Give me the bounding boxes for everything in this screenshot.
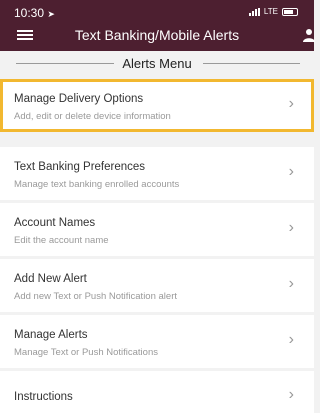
app-header: 10:30 ➤ LTE Text Banking/Mobile Alerts [0,0,316,51]
chevron-right-icon: › [288,219,294,236]
divider-right [203,63,300,64]
user-icon[interactable] [302,28,316,42]
menu-item-subtitle: Add, edit or delete device information [14,111,171,122]
signal-icon [248,7,260,16]
page-title: Text Banking/Mobile Alerts [74,27,240,43]
menu-item-title: Add New Alert [14,273,87,285]
status-time: 10:30 ➤ [14,6,55,20]
menu-item-instructions[interactable]: Instructions › [0,371,314,413]
alerts-menu-header: Alerts Menu [0,52,314,74]
carrier-label: LTE [263,7,278,16]
menu-item-subtitle: Manage Text or Push Notifications [14,347,158,358]
menu-item-title: Manage Alerts [14,329,88,341]
menu-item-manage-alerts[interactable]: Manage Alerts Manage Text or Push Notifi… [0,315,314,368]
chevron-right-icon: › [288,331,294,348]
chevron-right-icon: › [288,95,294,112]
menu-item-subtitle: Edit the account name [14,235,109,246]
menu-item-title: Instructions [14,391,73,403]
menu-item-manage-delivery-options[interactable]: Manage Delivery Options Add, edit or del… [0,79,314,132]
menu-item-text-banking-preferences[interactable]: Text Banking Preferences Manage text ban… [0,147,314,200]
menu-item-account-names[interactable]: Account Names Edit the account name › [0,203,314,256]
status-time-text: 10:30 [14,6,45,20]
menu-item-title: Text Banking Preferences [14,161,146,173]
menu-item-add-new-alert[interactable]: Add New Alert Add new Text or Push Notif… [0,259,314,312]
location-arrow-icon: ➤ [47,9,55,19]
battery-icon [282,7,298,16]
chevron-right-icon: › [288,386,294,403]
menu-item-title: Account Names [14,217,96,229]
status-indicators: LTE [248,7,298,16]
menu-item-subtitle: Manage text banking enrolled accounts [14,179,180,190]
chevron-right-icon: › [288,163,294,180]
menu-item-title: Manage Delivery Options [14,93,144,105]
chevron-right-icon: › [288,275,294,292]
menu-item-subtitle: Add new Text or Push Notification alert [14,291,177,302]
